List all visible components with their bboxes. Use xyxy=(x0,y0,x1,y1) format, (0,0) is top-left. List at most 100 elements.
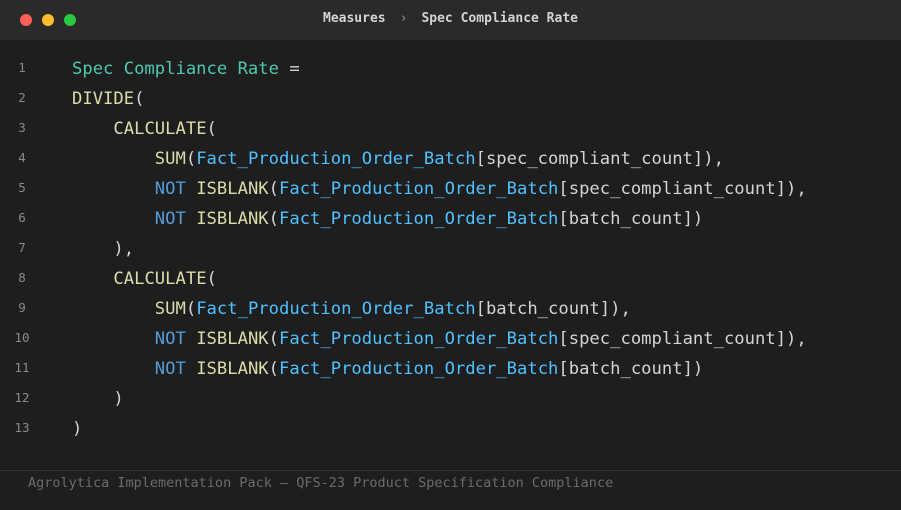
code-line[interactable]: 11 NOT ISBLANK(Fact_Production_Order_Bat… xyxy=(0,354,901,384)
code-token-punctuation: ), xyxy=(610,299,631,319)
code-text: DIVIDE( xyxy=(72,87,144,111)
code-line[interactable]: 1 Spec Compliance Rate = xyxy=(0,54,901,84)
code-token-punctuation: ( xyxy=(206,119,217,139)
code-token-table: Fact_Production_Order_Batch xyxy=(279,359,559,379)
line-number: 8 xyxy=(18,270,26,285)
code-line[interactable]: 13) xyxy=(0,414,901,444)
code-token-table: Fact_Production_Order_Batch xyxy=(196,299,476,319)
line-number: 1 xyxy=(18,60,26,75)
code-token-keyword: NOT xyxy=(154,179,186,199)
code-token-function: DIVIDE xyxy=(72,89,135,109)
line-number: 3 xyxy=(18,120,26,135)
code-token-function: ISBLANK xyxy=(196,209,269,229)
line-number: 9 xyxy=(18,300,26,315)
code-text: ) xyxy=(72,417,82,441)
code-text: CALCULATE( xyxy=(72,117,217,141)
code-token-punctuation xyxy=(72,209,155,229)
code-line[interactable]: 10 NOT ISBLANK(Fact_Production_Order_Bat… xyxy=(0,324,901,354)
code-token-table: Fact_Production_Order_Batch xyxy=(196,149,476,169)
code-line[interactable]: 2 DIVIDE( xyxy=(0,84,901,114)
code-token-function: SUM xyxy=(154,299,186,319)
code-token-punctuation xyxy=(186,179,196,199)
code-token-keyword: NOT xyxy=(154,329,186,349)
code-line[interactable]: 5 NOT ISBLANK(Fact_Production_Order_Batc… xyxy=(0,174,901,204)
code-token-function: ISBLANK xyxy=(196,179,269,199)
code-token-measure-name: Spec Compliance Rate xyxy=(72,59,279,79)
code-token-punctuation xyxy=(186,329,196,349)
code-token-punctuation xyxy=(72,119,113,139)
code-text: ), xyxy=(72,237,134,261)
code-token-punctuation: ), xyxy=(703,149,724,169)
code-token-punctuation: ( xyxy=(268,329,279,349)
code-line[interactable]: 7 ), xyxy=(0,234,901,264)
breadcrumb-parent[interactable]: Measures xyxy=(323,11,386,26)
code-token-punctuation xyxy=(72,389,113,409)
code-token-punctuation: ( xyxy=(268,209,279,229)
code-token-punctuation: ) xyxy=(692,359,704,379)
line-number: 10 xyxy=(14,330,30,345)
code-text: CALCULATE( xyxy=(72,267,217,291)
code-line[interactable]: 9 SUM(Fact_Production_Order_Batch[batch_… xyxy=(0,294,901,324)
code-token-punctuation xyxy=(186,359,196,379)
code-token-punctuation: = xyxy=(278,59,300,79)
code-token-punctuation xyxy=(72,359,155,379)
code-text: ) xyxy=(72,387,124,411)
code-line[interactable]: 8 CALCULATE( xyxy=(0,264,901,294)
footer-divider xyxy=(0,470,901,471)
code-text: SUM(Fact_Production_Order_Batch[spec_com… xyxy=(72,147,724,171)
code-token-keyword: NOT xyxy=(154,209,186,229)
code-token-column: [spec_compliant_count] xyxy=(558,329,787,349)
line-number: 2 xyxy=(18,90,26,105)
code-token-punctuation xyxy=(72,269,113,289)
code-token-punctuation: ( xyxy=(268,359,279,379)
code-token-function: CALCULATE xyxy=(113,119,207,139)
code-token-column: [batch_count] xyxy=(558,359,693,379)
line-number: 7 xyxy=(18,240,26,255)
line-number: 4 xyxy=(18,150,26,165)
code-token-function: SUM xyxy=(154,149,186,169)
code-token-table: Fact_Production_Order_Batch xyxy=(279,179,559,199)
code-token-punctuation xyxy=(72,149,155,169)
code-token-punctuation: ( xyxy=(268,179,279,199)
breadcrumb-separator: › xyxy=(399,11,408,26)
code-token-punctuation xyxy=(72,179,155,199)
code-text: NOT ISBLANK(Fact_Production_Order_Batch[… xyxy=(72,177,807,201)
code-token-punctuation: ), xyxy=(786,179,807,199)
code-token-punctuation xyxy=(72,239,113,259)
code-token-punctuation: ( xyxy=(134,89,145,109)
code-token-punctuation: ) xyxy=(72,419,83,439)
code-line[interactable]: 6 NOT ISBLANK(Fact_Production_Order_Batc… xyxy=(0,204,901,234)
line-number: 13 xyxy=(14,420,30,435)
code-token-punctuation: ), xyxy=(113,239,135,259)
line-number: 5 xyxy=(18,180,26,195)
code-token-punctuation xyxy=(72,329,155,349)
code-line[interactable]: 4 SUM(Fact_Production_Order_Batch[spec_c… xyxy=(0,144,901,174)
code-token-punctuation: ( xyxy=(185,149,197,169)
code-window: Measures › Spec Compliance Rate 1 Spec Comp… xyxy=(0,0,901,510)
code-token-column: [batch_count] xyxy=(475,299,611,319)
breadcrumb-current: Spec Compliance Rate xyxy=(421,11,578,26)
code-token-function: CALCULATE xyxy=(113,269,207,289)
line-number: 11 xyxy=(14,360,30,375)
code-text: NOT ISBLANK(Fact_Production_Order_Batch[… xyxy=(72,327,807,351)
code-token-function: ISBLANK xyxy=(196,329,269,349)
title-bar: Measures › Spec Compliance Rate xyxy=(0,0,901,40)
code-editor[interactable]: 1 Spec Compliance Rate = 2 DIVIDE(3 CALCULA… xyxy=(0,54,901,444)
code-token-keyword: NOT xyxy=(154,359,186,379)
code-line[interactable]: 3 CALCULATE( xyxy=(0,114,901,144)
code-token-punctuation: ( xyxy=(206,269,217,289)
code-token-punctuation: ) xyxy=(692,209,704,229)
code-token-punctuation: ( xyxy=(185,299,197,319)
code-line[interactable]: 12 ) xyxy=(0,384,901,414)
code-text: NOT ISBLANK(Fact_Production_Order_Batch[… xyxy=(72,357,703,381)
code-token-punctuation xyxy=(72,299,155,319)
line-number: 12 xyxy=(14,390,30,405)
code-token-column: [spec_compliant_count] xyxy=(475,149,704,169)
code-token-table: Fact_Production_Order_Batch xyxy=(279,329,559,349)
footer-caption: Agrolytica Implementation Pack — QFS-23 … xyxy=(28,475,614,491)
code-token-punctuation: ) xyxy=(113,389,124,409)
code-token-column: [spec_compliant_count] xyxy=(558,179,787,199)
code-text: SUM(Fact_Production_Order_Batch[batch_co… xyxy=(72,297,631,321)
code-token-punctuation: ), xyxy=(786,329,807,349)
line-number: 6 xyxy=(18,210,26,225)
